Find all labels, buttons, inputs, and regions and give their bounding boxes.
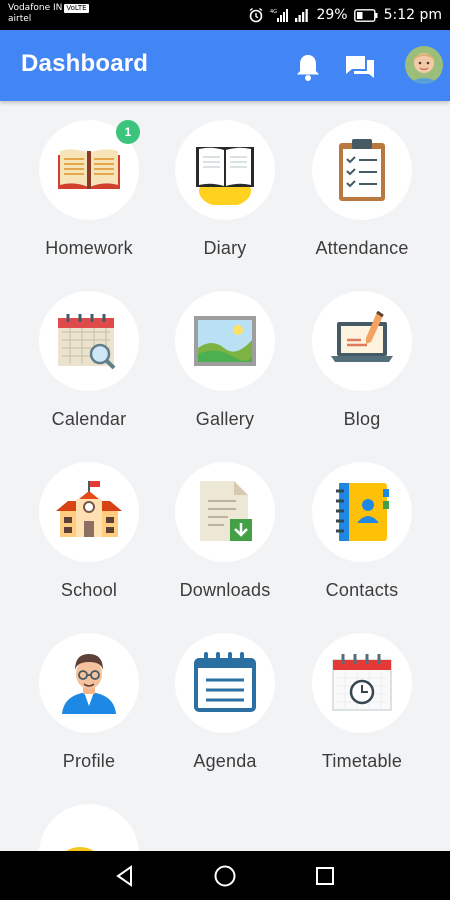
tile-label-school: School	[60, 580, 118, 600]
status-icons: 4G 29% 5:12 pm	[248, 0, 442, 30]
battery-percent: 29%	[316, 7, 348, 23]
signal-icon	[295, 9, 309, 22]
agenda-icon	[194, 652, 256, 712]
menu-tile-attendance[interactable]: Attendance	[294, 120, 430, 285]
tile-circle	[312, 120, 412, 220]
recents-square-icon	[316, 867, 334, 885]
avatar[interactable]	[405, 46, 443, 84]
menu-tile-partial[interactable]	[21, 804, 157, 851]
tile-circle	[175, 291, 275, 391]
menu-tile-blog[interactable]: Blog	[294, 291, 430, 456]
svg-text:4G: 4G	[270, 9, 277, 15]
menu-tile-agenda[interactable]: Agenda	[157, 633, 293, 798]
tile-circle	[175, 120, 275, 220]
volte-badge: VoLTE	[64, 4, 89, 13]
tile-label-gallery: Gallery	[195, 409, 255, 429]
app-bar: Dashboard	[0, 30, 450, 101]
tile-label-timetable: Timetable	[321, 751, 403, 771]
person-icon	[62, 654, 116, 714]
home-button[interactable]	[212, 863, 238, 889]
tile-label-contacts: Contacts	[325, 580, 399, 600]
recents-button[interactable]	[312, 863, 338, 889]
tile-label-downloads: Downloads	[179, 580, 271, 600]
tile-circle	[312, 462, 412, 562]
tile-circle	[39, 291, 139, 391]
menu-tile-contacts[interactable]: Contacts	[294, 462, 430, 627]
home-circle-icon	[214, 865, 236, 887]
menu-tile-profile[interactable]: Profile	[21, 633, 157, 798]
menu-tile-calendar[interactable]: Calendar	[21, 291, 157, 456]
document-download-icon	[200, 481, 252, 541]
battery-icon	[353, 8, 378, 22]
diary-icon	[196, 147, 254, 205]
partial-tile-icon	[66, 847, 94, 851]
contacts-book-icon	[336, 483, 389, 541]
menu-tile-downloads[interactable]: Downloads	[157, 462, 293, 627]
clock: 5:12 pm	[383, 7, 442, 23]
carrier-info: Vodafone IN VoLTE airtel	[8, 3, 89, 25]
tile-label-diary: Diary	[203, 238, 247, 258]
book-open-icon	[58, 149, 120, 189]
chat-icon	[346, 56, 374, 78]
tile-circle	[175, 633, 275, 733]
bell-icon	[297, 55, 319, 81]
menu-tile-gallery[interactable]: Gallery	[157, 291, 293, 456]
tile-label-profile: Profile	[62, 751, 116, 771]
tile-label-blog: Blog	[343, 409, 381, 429]
notifications-button[interactable]	[294, 52, 322, 82]
carrier-primary: Vodafone IN	[8, 3, 63, 13]
menu-tile-diary[interactable]: Diary	[157, 120, 293, 285]
page-title: Dashboard	[21, 50, 149, 77]
tile-label-agenda: Agenda	[193, 751, 257, 771]
tile-circle	[175, 462, 275, 562]
tile-circle	[312, 633, 412, 733]
calendar-clock-icon	[332, 654, 392, 711]
alarm-icon	[250, 7, 263, 23]
menu-tile-homework[interactable]: 1 Homework	[21, 120, 157, 285]
tile-circle	[39, 633, 139, 733]
menu-tile-timetable[interactable]: Timetable	[294, 633, 430, 798]
tile-circle	[39, 462, 139, 562]
tile-circle	[39, 804, 139, 851]
school-building-icon	[56, 481, 122, 537]
carrier-secondary: airtel	[8, 14, 32, 24]
status-bar: Vodafone IN VoLTE airtel 4G 29% 5:12 pm	[0, 0, 450, 30]
tile-circle	[312, 291, 412, 391]
tile-label-calendar: Calendar	[51, 409, 127, 429]
signal-4g-icon: 4G	[270, 9, 289, 22]
clipboard-icon	[339, 139, 385, 201]
tile-label-homework: Homework	[45, 238, 133, 258]
back-button[interactable]	[112, 863, 138, 889]
back-triangle-icon	[116, 865, 132, 887]
messages-button[interactable]	[345, 54, 375, 80]
notification-badge: 1	[116, 120, 140, 144]
image-icon	[194, 316, 256, 366]
avatar-photo	[405, 46, 443, 84]
system-nav-bar	[0, 851, 450, 900]
tile-label-attendance: Attendance	[315, 238, 409, 258]
laptop-pen-icon	[331, 310, 393, 362]
menu-tile-school[interactable]: School	[21, 462, 157, 627]
calendar-search-icon	[58, 314, 116, 370]
